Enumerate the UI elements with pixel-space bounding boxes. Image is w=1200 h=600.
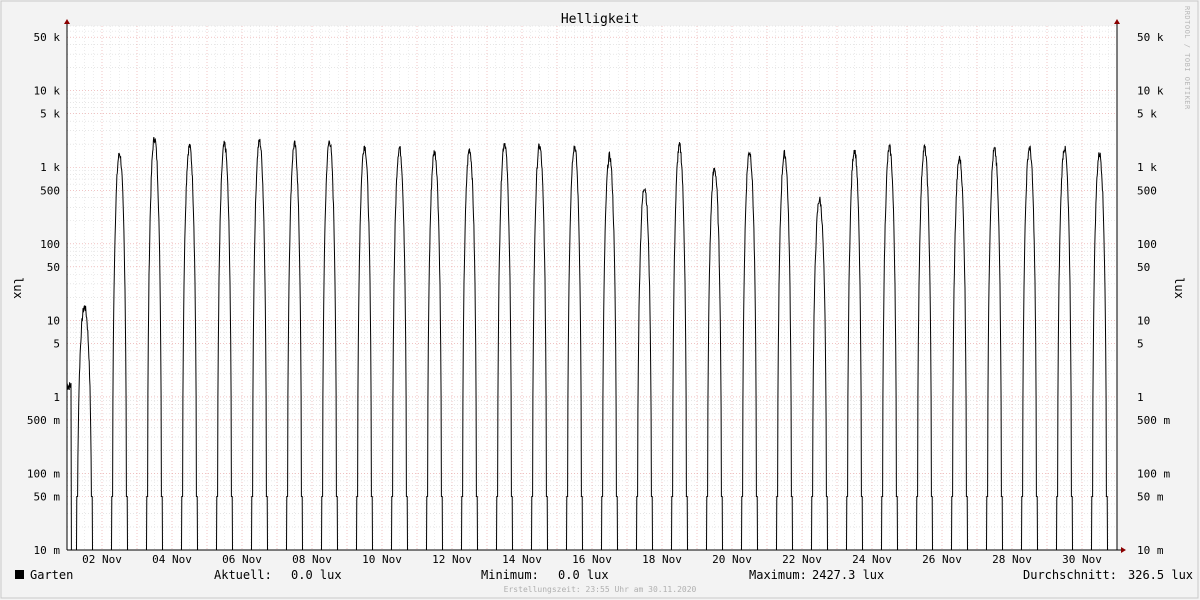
y-tick-label-right: 1 k	[1137, 161, 1157, 174]
y-tick-label-left: 50 m	[34, 490, 61, 503]
maximum-label: Maximum:	[749, 568, 807, 582]
y-tick-label-left: 500 m	[27, 414, 60, 427]
x-axis-labels: 02 Nov 04 Nov 06 Nov 08 Nov 10 Nov 12 Nov 14 N…	[82, 553, 1102, 566]
y-axis-label-right: lux	[1172, 277, 1186, 299]
y-tick-label-right: 5 k	[1137, 108, 1157, 121]
legend-series-label: Garten	[30, 568, 74, 582]
y-tick-label-left: 10	[47, 314, 60, 327]
x-tick-label: 26 Nov	[922, 553, 962, 566]
y-tick-label-right: 5	[1137, 337, 1144, 350]
y-tick-label-left: 50 k	[34, 31, 61, 44]
y-tick-label-right: 10	[1137, 314, 1150, 327]
x-tick-label: 02 Nov	[82, 553, 122, 566]
y-tick-label-right: 100 m	[1137, 467, 1170, 480]
x-tick-label: 24 Nov	[852, 553, 892, 566]
y-tick-label-left: 50	[47, 261, 60, 274]
y-tick-label-right: 500 m	[1137, 414, 1170, 427]
brightness-chart: 10 m 50 m 100 m 500 m 1 5 10 50 100 500 1 k 5 k 10 k…	[0, 0, 1199, 599]
y-tick-label-left: 500	[40, 184, 60, 197]
y-tick-label-left: 10 m	[34, 544, 61, 557]
y-tick-label-right: 50 m	[1137, 490, 1164, 503]
x-tick-label: 12 Nov	[432, 553, 472, 566]
y-tick-label-right: 1	[1137, 391, 1144, 404]
minimum-value: 0.0 lux	[558, 568, 609, 582]
y-tick-label-left: 5 k	[40, 108, 60, 121]
y-tick-label-right: 100	[1137, 238, 1157, 251]
y-tick-label-right: 500	[1137, 184, 1157, 197]
current-label: Aktuell:	[214, 568, 272, 582]
x-tick-label: 10 Nov	[362, 553, 402, 566]
x-tick-label: 18 Nov	[642, 553, 682, 566]
x-tick-label: 16 Nov	[572, 553, 612, 566]
y-tick-label-left: 1 k	[40, 161, 60, 174]
x-tick-label: 08 Nov	[292, 553, 332, 566]
y-axis-label-left: lux	[11, 277, 25, 299]
x-tick-label: 30 Nov	[1062, 553, 1102, 566]
y-tick-label-right: 50	[1137, 261, 1150, 274]
y-tick-label-left: 100 m	[27, 467, 60, 480]
y-tick-label-right: 50 k	[1137, 31, 1164, 44]
y-tick-label-left: 10 k	[34, 85, 61, 98]
y-tick-label-left: 1	[53, 391, 60, 404]
x-tick-label: 04 Nov	[152, 553, 192, 566]
maximum-value: 2427.3 lux	[812, 568, 885, 582]
y-tick-label-right: 10 m	[1137, 544, 1164, 557]
x-tick-label: 28 Nov	[992, 553, 1032, 566]
minimum-label: Minimum:	[481, 568, 539, 582]
x-tick-label: 20 Nov	[712, 553, 752, 566]
y-tick-label-left: 100	[40, 238, 60, 251]
creation-time: Erstellungszeit: 23:55 Uhr am 30.11.2020	[503, 585, 697, 594]
y-tick-label-left: 5	[53, 337, 60, 350]
average-label: Durchschnitt:	[1023, 568, 1117, 582]
legend-swatch-garten	[15, 570, 24, 579]
x-tick-label: 22 Nov	[782, 553, 822, 566]
chart-title: Helligkeit	[561, 12, 639, 27]
watermark: RRDTOOL / TOBI OETIKER	[1183, 6, 1191, 110]
y-tick-label-right: 10 k	[1137, 85, 1164, 98]
average-value: 326.5 lux	[1128, 568, 1194, 582]
current-value: 0.0 lux	[291, 568, 342, 582]
x-tick-label: 06 Nov	[222, 553, 262, 566]
x-tick-label: 14 Nov	[502, 553, 542, 566]
